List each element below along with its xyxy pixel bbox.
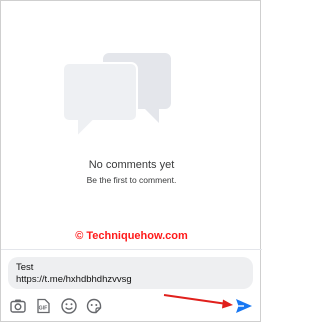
empty-state-title: No comments yet <box>88 159 175 171</box>
svg-text:GIF: GIF <box>39 306 48 312</box>
gif-icon[interactable]: GIF <box>34 297 52 315</box>
camera-icon[interactable] <box>9 297 27 315</box>
comment-text-line: Test <box>16 262 34 273</box>
sticker-icon[interactable] <box>85 297 103 315</box>
watermark: © Techniquehow.com <box>75 230 188 242</box>
empty-state-subtitle: Be the first to comment. <box>86 175 177 185</box>
send-icon[interactable] <box>234 296 254 316</box>
annotation-arrow-icon <box>161 291 241 313</box>
comment-text-line: https://t.me/hxhdbhdhzvvsg <box>16 274 132 285</box>
divider <box>1 249 262 250</box>
emoji-icon[interactable] <box>60 297 78 315</box>
speech-bubbles-icon <box>61 41 181 141</box>
comments-panel: No comments yet Be the first to comment.… <box>0 0 262 322</box>
comment-input[interactable]: Test https://t.me/hxhdbhdhzvvsg <box>8 257 253 289</box>
